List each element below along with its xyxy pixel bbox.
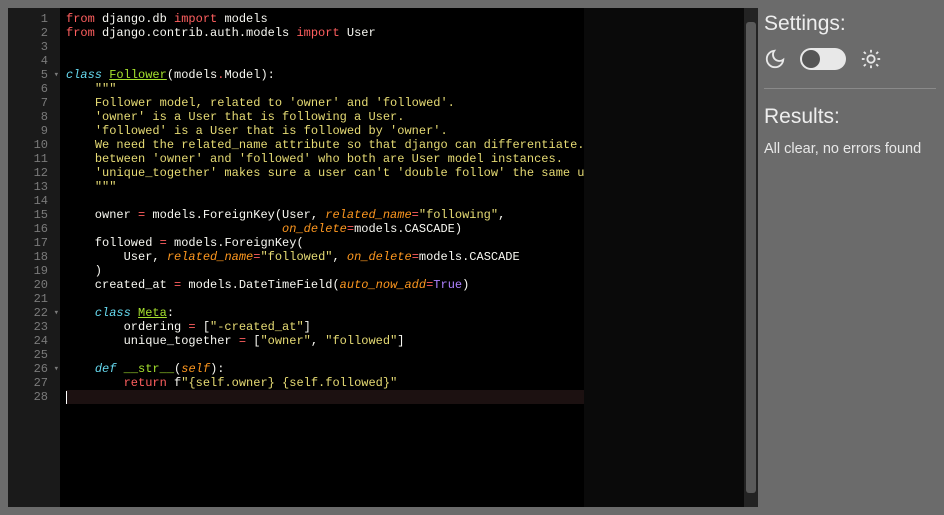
theme-switch-knob bbox=[802, 50, 820, 68]
vertical-scrollbar[interactable] bbox=[744, 8, 758, 507]
sidebar-divider bbox=[764, 88, 936, 89]
line-number: 20 bbox=[8, 278, 60, 292]
results-text: All clear, no errors found bbox=[764, 141, 936, 157]
line-number: 21 bbox=[8, 292, 60, 306]
line-number-gutter: 1234567891011121314151617181920212223242… bbox=[8, 8, 60, 507]
line-number: 12 bbox=[8, 166, 60, 180]
line-number: 1 bbox=[8, 12, 60, 26]
line-number: 6 bbox=[8, 82, 60, 96]
results-heading: Results: bbox=[764, 105, 936, 129]
line-number: 19 bbox=[8, 264, 60, 278]
theme-switch[interactable] bbox=[800, 48, 846, 70]
line-number: 25 bbox=[8, 348, 60, 362]
line-number: 23 bbox=[8, 320, 60, 334]
theme-toggle-row bbox=[764, 48, 936, 70]
line-number: 5 bbox=[8, 68, 60, 82]
settings-heading: Settings: bbox=[764, 12, 936, 36]
sidebar-panel: Settings: Results: All clear, no errors … bbox=[758, 0, 944, 515]
scrollbar-thumb[interactable] bbox=[746, 22, 756, 493]
text-cursor bbox=[66, 391, 67, 404]
line-number: 24 bbox=[8, 334, 60, 348]
line-number: 18 bbox=[8, 250, 60, 264]
line-number: 8 bbox=[8, 110, 60, 124]
line-number: 9 bbox=[8, 124, 60, 138]
line-number: 4 bbox=[8, 54, 60, 68]
line-number: 28 bbox=[8, 390, 60, 404]
moon-icon bbox=[764, 48, 786, 70]
sun-icon bbox=[860, 48, 882, 70]
line-number: 27 bbox=[8, 376, 60, 390]
line-number: 26 bbox=[8, 362, 60, 376]
line-number: 16 bbox=[8, 222, 60, 236]
line-number: 13 bbox=[8, 180, 60, 194]
line-number: 22 bbox=[8, 306, 60, 320]
line-number: 11 bbox=[8, 152, 60, 166]
line-number: 14 bbox=[8, 194, 60, 208]
line-number: 7 bbox=[8, 96, 60, 110]
line-number: 2 bbox=[8, 26, 60, 40]
line-number: 15 bbox=[8, 208, 60, 222]
line-number: 3 bbox=[8, 40, 60, 54]
line-number: 17 bbox=[8, 236, 60, 250]
code-editor[interactable]: 1234567891011121314151617181920212223242… bbox=[8, 8, 758, 507]
line-number: 10 bbox=[8, 138, 60, 152]
minimap[interactable] bbox=[584, 8, 744, 507]
